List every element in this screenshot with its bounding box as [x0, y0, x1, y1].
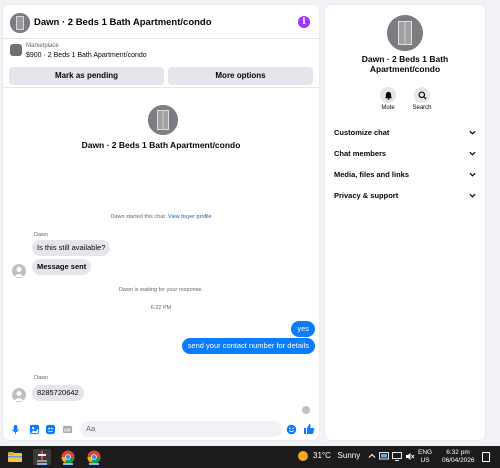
message-input[interactable]: Aa — [80, 421, 282, 437]
info-icon[interactable]: i — [298, 16, 310, 28]
gif-icon[interactable]: GIF — [62, 424, 73, 435]
outgoing-message[interactable]: send your contact number for details — [181, 338, 315, 354]
chat-header: Dawn · 2 Beds 1 Bath Apartment/condo i — [3, 5, 319, 39]
menu-item-label: Customize chat — [334, 128, 390, 137]
search-action[interactable]: Search — [407, 87, 437, 111]
search-icon[interactable] — [414, 87, 430, 103]
message-timestamp: 6:22 PM — [150, 305, 172, 311]
info-title: Dawn · 2 Beds 1 Bath Apartment/condo — [361, 54, 449, 74]
clock-time: 6:32 pm — [446, 449, 470, 456]
photo-icon[interactable] — [29, 424, 40, 435]
chat-started-text: Dawn started this chat. — [110, 214, 167, 220]
listing-source: Marketplace — [26, 43, 59, 49]
mute-action[interactable]: Mute — [373, 87, 403, 111]
menu-item-chat-members[interactable]: Chat members — [334, 149, 476, 161]
waiting-notice: Dawn is waiting for your response. — [118, 287, 204, 293]
sticker-icon[interactable] — [45, 424, 56, 435]
active-indicator — [63, 463, 73, 465]
chat-header-title[interactable]: Dawn · 2 Beds 1 Bath Apartment/condo — [34, 17, 212, 28]
temperature: 31°C — [313, 451, 331, 461]
conversation-avatar[interactable] — [148, 105, 178, 135]
taskbar-chrome-app[interactable] — [85, 449, 103, 465]
menu-item-label: Media, files and links — [334, 170, 410, 179]
sender-name: Dawn — [34, 375, 49, 381]
taskbar: 31°C Sunny ENG US 6:32 pm 06/04/2026 — [0, 446, 500, 468]
listing-title[interactable]: $900 · 2 Beds 1 Bath Apartment/condo — [26, 52, 147, 59]
display-icon[interactable] — [379, 452, 389, 461]
taskbar-chrome-app[interactable] — [59, 449, 77, 465]
incoming-message[interactable]: 8285720642 — [32, 385, 84, 401]
outgoing-message[interactable]: yes — [291, 321, 315, 337]
emoji-icon[interactable] — [286, 424, 297, 435]
incoming-message[interactable]: Is this still available? — [32, 240, 111, 256]
sun-icon — [298, 451, 308, 461]
menu-item-media-files-links[interactable]: Media, files and links — [334, 170, 476, 182]
info-avatar[interactable] — [387, 15, 423, 51]
mark-as-pending-button[interactable]: Mark as pending — [9, 67, 164, 85]
network-icon[interactable] — [392, 452, 402, 461]
svg-text:GIF: GIF — [64, 427, 71, 432]
chevron-down-icon — [469, 130, 476, 135]
seen-indicator-avatar — [302, 406, 310, 414]
menu-item-customize-chat[interactable]: Customize chat — [334, 128, 476, 140]
search-label: Search — [412, 105, 432, 111]
chat-panel: Dawn · 2 Beds 1 Bath Apartment/condo i M… — [3, 5, 319, 440]
sender-name: Dawn — [34, 232, 49, 238]
chat-info-panel: Dawn · 2 Beds 1 Bath Apartment/condo Mut… — [325, 5, 485, 440]
chevron-up-icon[interactable] — [368, 452, 376, 460]
language-code: ENG — [418, 449, 433, 456]
conversation-title: Dawn · 2 Beds 1 Bath Apartment/condo — [81, 140, 241, 150]
menu-item-label: Chat members — [334, 149, 387, 158]
notification-icon[interactable] — [482, 452, 490, 462]
menu-item-label: Privacy & support — [334, 191, 399, 200]
region-code: US — [420, 457, 430, 464]
taskbar-app-active[interactable] — [33, 449, 51, 465]
view-buyer-profile-link[interactable]: View buyer profile — [168, 214, 212, 220]
file-explorer-icon[interactable] — [6, 449, 24, 465]
listing-thumbnail[interactable] — [10, 44, 22, 56]
chevron-down-icon — [469, 172, 476, 177]
marketplace-listing: Marketplace $900 · 2 Beds 1 Bath Apartme… — [3, 40, 319, 88]
active-indicator — [37, 463, 47, 465]
volume-muted-icon[interactable] — [405, 452, 415, 461]
weather-widget[interactable]: 31°C Sunny — [298, 451, 360, 461]
bell-icon[interactable] — [380, 87, 396, 103]
menu-item-privacy-support[interactable]: Privacy & support — [334, 191, 476, 203]
incoming-message[interactable]: Message sent — [32, 259, 92, 275]
message-composer: GIF Aa — [3, 420, 319, 440]
header-avatar[interactable] — [10, 13, 30, 33]
chat-started-notice: Dawn started this chat. View buyer profi… — [3, 214, 319, 220]
active-indicator — [89, 463, 99, 465]
more-options-button[interactable]: More options — [168, 67, 313, 85]
microphone-icon[interactable] — [10, 424, 21, 435]
chevron-down-icon — [469, 193, 476, 198]
weather-condition: Sunny — [337, 451, 361, 461]
mute-label: Mute — [381, 105, 395, 111]
sender-avatar[interactable] — [12, 388, 26, 402]
chevron-down-icon — [469, 151, 476, 156]
thumbs-up-icon[interactable] — [303, 423, 315, 435]
clock-date: 06/04/2026 — [442, 457, 475, 464]
sender-avatar[interactable] — [12, 264, 26, 278]
language-indicator[interactable]: ENG US — [418, 449, 432, 465]
system-clock[interactable]: 6:32 pm 06/04/2026 — [442, 449, 475, 465]
